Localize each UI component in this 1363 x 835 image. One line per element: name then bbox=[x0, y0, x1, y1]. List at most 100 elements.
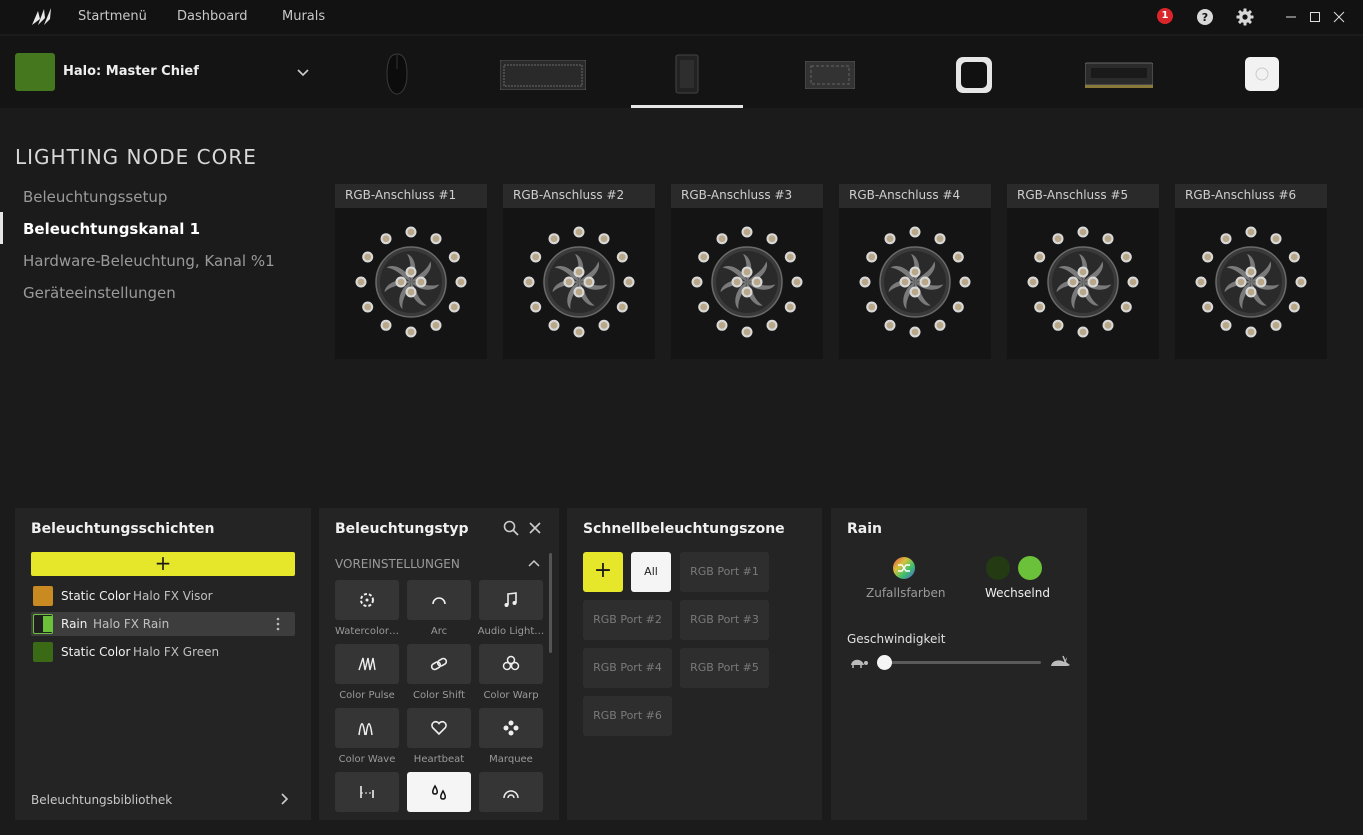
scrollbar[interactable] bbox=[549, 553, 552, 653]
effect-label: Color Shift bbox=[412, 690, 466, 701]
layer-subtitle: Halo FX Visor bbox=[133, 589, 213, 603]
quick-lighting-panel: Schnellbeleuchtungszone + All RGB Port #… bbox=[567, 508, 822, 820]
help-icon[interactable]: ? bbox=[1195, 7, 1215, 27]
rgb-port-card[interactable]: RGB-Anschluss #3 bbox=[671, 184, 823, 359]
rgb-port-card[interactable]: RGB-Anschluss #6 bbox=[1175, 184, 1327, 359]
rgb-port-5-button[interactable]: RGB Port #5 bbox=[680, 648, 769, 688]
presets-section-label: VOREINSTELLUNGEN bbox=[335, 557, 460, 571]
sidenav-device-settings[interactable]: Geräteeinstellungen bbox=[23, 284, 176, 302]
effect-arc-button[interactable] bbox=[407, 580, 471, 620]
rgb-port-1-button[interactable]: RGB Port #1 bbox=[680, 552, 769, 592]
rabbit-fast-icon bbox=[1051, 655, 1070, 666]
add-zone-button[interactable]: + bbox=[583, 552, 623, 592]
rgb-port-card[interactable]: RGB-Anschluss #4 bbox=[839, 184, 991, 359]
rgb-port-4-button[interactable]: RGB Port #4 bbox=[583, 648, 672, 688]
cooler-pump-device-icon[interactable] bbox=[956, 57, 992, 93]
effect-rain-button-selected[interactable] bbox=[407, 772, 471, 812]
lighting-library-link[interactable]: Beleuchtungsbibliothek bbox=[31, 793, 172, 807]
layer-name: Static Color bbox=[61, 589, 131, 603]
alternating-color-1-swatch[interactable] bbox=[986, 556, 1010, 580]
effect-label: Audio Light… bbox=[477, 626, 545, 637]
rgb-port-card[interactable]: RGB-Anschluss #5 bbox=[1007, 184, 1159, 359]
layer-item-selected[interactable]: Rain Halo FX Rain bbox=[31, 612, 295, 636]
search-icon[interactable] bbox=[503, 520, 519, 536]
sidenav-lighting-setup[interactable]: Beleuchtungssetup bbox=[23, 188, 167, 206]
effect-label: Color Warp bbox=[483, 690, 539, 701]
memory-device-icon[interactable] bbox=[1085, 61, 1153, 89]
layer-color-swatch bbox=[33, 642, 53, 662]
rgb-port-label: RGB-Anschluss #2 bbox=[503, 184, 655, 208]
all-zones-button[interactable]: All bbox=[631, 552, 671, 592]
effect-color-wave-button[interactable] bbox=[335, 708, 399, 748]
effect-watercolor-button[interactable] bbox=[335, 580, 399, 620]
speed-slider-track[interactable] bbox=[879, 661, 1041, 664]
speed-slider-knob[interactable] bbox=[876, 655, 892, 670]
corsair-logo-icon[interactable] bbox=[30, 5, 54, 29]
rgb-port-3-button[interactable]: RGB Port #3 bbox=[680, 600, 769, 640]
title-bar: Startmenü Dashboard Murals 1 ? bbox=[0, 0, 1363, 34]
random-colors-icon[interactable] bbox=[892, 556, 916, 580]
rain-drops-icon bbox=[432, 784, 446, 800]
device-bar: Halo: Master Chief bbox=[0, 36, 1363, 108]
effect-color-shift-button[interactable] bbox=[407, 644, 471, 684]
nav-dashboard[interactable]: Dashboard bbox=[177, 9, 248, 24]
quick-lighting-title: Schnellbeleuchtungszone bbox=[583, 521, 785, 537]
layers-panel: Beleuchtungsschichten + Static Color Hal… bbox=[15, 508, 311, 820]
chevron-right-icon[interactable] bbox=[277, 792, 291, 806]
fan-led-icon bbox=[1195, 226, 1307, 338]
rgb-port-card[interactable]: RGB-Anschluss #1 bbox=[335, 184, 487, 359]
profile-color-swatch[interactable] bbox=[15, 53, 55, 91]
profile-name[interactable]: Halo: Master Chief bbox=[63, 64, 199, 79]
effect-color-warp-button[interactable] bbox=[479, 644, 543, 684]
effect-label: Heartbeat bbox=[413, 754, 465, 765]
lighting-node-device-icon[interactable] bbox=[674, 54, 700, 94]
layer-subtitle: Halo FX Green bbox=[133, 645, 220, 659]
keyboard-device-icon[interactable] bbox=[500, 60, 586, 90]
music-note-icon bbox=[504, 592, 517, 607]
random-colors-label[interactable]: Zufallsfarben bbox=[866, 586, 945, 600]
layer-item[interactable]: Static Color Halo FX Green bbox=[31, 640, 295, 664]
alternating-color-2-swatch[interactable] bbox=[1018, 556, 1042, 580]
minimize-icon[interactable] bbox=[1281, 7, 1301, 27]
rgb-port-6-button[interactable]: RGB Port #6 bbox=[583, 696, 672, 736]
chevron-up-icon[interactable] bbox=[528, 558, 540, 568]
arc-icon bbox=[432, 597, 446, 605]
settings-gear-icon[interactable] bbox=[1235, 7, 1255, 27]
effect-marquee-button[interactable] bbox=[479, 708, 543, 748]
pulse-icon bbox=[358, 657, 376, 671]
mouse-device-icon[interactable] bbox=[384, 53, 410, 95]
rgb-port-label: RGB-Anschluss #4 bbox=[839, 184, 991, 208]
nav-startmenu[interactable]: Startmenü bbox=[78, 9, 147, 24]
effect-label: Watercolor… bbox=[335, 626, 399, 637]
chevron-down-icon[interactable] bbox=[294, 63, 312, 81]
rgb-port-2-button[interactable]: RGB Port #2 bbox=[583, 600, 672, 640]
lighting-type-title: Beleuchtungstyp bbox=[335, 521, 469, 537]
effect-color-pulse-button[interactable] bbox=[335, 644, 399, 684]
effect-audio-button[interactable] bbox=[479, 580, 543, 620]
effect-visor-button[interactable] bbox=[335, 772, 399, 812]
layer-name: Static Color bbox=[61, 645, 131, 659]
sidenav-lighting-channel[interactable]: Beleuchtungskanal 1 bbox=[23, 220, 200, 238]
effect-ripple-button[interactable] bbox=[479, 772, 543, 812]
close-icon[interactable] bbox=[1329, 7, 1349, 27]
add-layer-button[interactable]: + bbox=[31, 552, 295, 576]
rgb-port-label: RGB-Anschluss #1 bbox=[335, 184, 487, 208]
speed-label: Geschwindigkeit bbox=[847, 632, 946, 646]
visor-icon bbox=[360, 786, 374, 798]
effect-heartbeat-button[interactable] bbox=[407, 708, 471, 748]
more-options-icon[interactable] bbox=[275, 616, 281, 632]
layers-panel-title: Beleuchtungsschichten bbox=[31, 521, 215, 537]
rgb-port-card[interactable]: RGB-Anschluss #2 bbox=[503, 184, 655, 359]
notification-badge[interactable]: 1 bbox=[1157, 8, 1173, 24]
layer-item[interactable]: Static Color Halo FX Visor bbox=[31, 584, 295, 608]
rgb-port-label: RGB-Anschluss #6 bbox=[1175, 184, 1327, 208]
effect-label: Color Wave bbox=[338, 754, 396, 765]
hub-device-icon[interactable] bbox=[1245, 57, 1279, 91]
commander-device-icon[interactable] bbox=[805, 61, 855, 89]
nav-murals[interactable]: Murals bbox=[282, 9, 325, 24]
sidenav-hardware-lighting[interactable]: Hardware-Beleuchtung, Kanal %1 bbox=[23, 252, 275, 270]
maximize-icon[interactable] bbox=[1305, 7, 1325, 27]
active-device-underline bbox=[631, 105, 743, 108]
close-icon[interactable] bbox=[528, 521, 542, 535]
alternating-label[interactable]: Wechselnd bbox=[985, 586, 1050, 600]
